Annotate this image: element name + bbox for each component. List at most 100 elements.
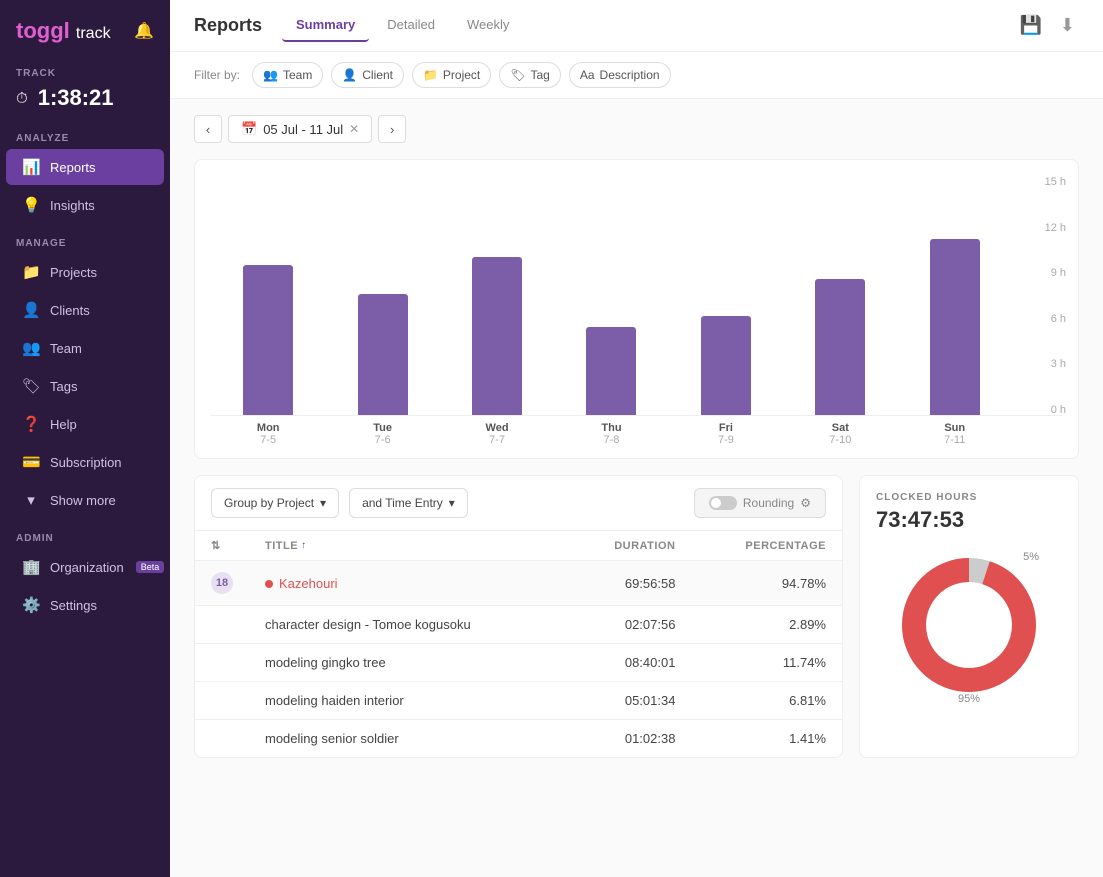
entry-name-cell: modeling haiden interior xyxy=(249,682,567,720)
tab-weekly[interactable]: Weekly xyxy=(453,9,523,42)
col-percentage-header[interactable]: PERCENTAGE xyxy=(691,531,842,561)
rounding-toggle-switch[interactable] xyxy=(709,496,737,510)
notifications-icon[interactable]: 🔔 xyxy=(134,21,154,41)
filter-project[interactable]: 📁 Project xyxy=(412,62,491,88)
chart-x-label-item: Mon7-5 xyxy=(211,422,325,446)
col-sort-header[interactable]: ⇅ xyxy=(195,531,249,561)
percentage-cell: 6.81% xyxy=(691,682,842,720)
sidebar-item-subscription-label: Subscription xyxy=(50,455,122,470)
client-filter-icon: 👤 xyxy=(342,68,357,82)
table-row: modeling haiden interior 05:01:34 6.81% xyxy=(195,682,842,720)
chart-bar-group xyxy=(669,176,783,415)
group-by-dropdown[interactable]: Group by Project ▾ xyxy=(211,488,339,518)
sidebar-item-clients[interactable]: 👤 Clients xyxy=(6,292,164,328)
rounding-settings-icon[interactable]: ⚙ xyxy=(800,496,811,510)
tab-detailed[interactable]: Detailed xyxy=(373,9,449,42)
chart-bars-area xyxy=(211,176,1062,416)
header-actions: 💾 ⬇ xyxy=(1015,11,1079,40)
sidebar-item-settings[interactable]: ⚙️ Settings xyxy=(6,587,164,623)
prev-date-button[interactable]: ‹ xyxy=(194,115,222,143)
timer-display: 1:38:21 xyxy=(38,85,114,111)
organization-icon: 🏢 xyxy=(22,558,40,576)
bottom-row: Group by Project ▾ and Time Entry ▾ Roun… xyxy=(194,475,1079,758)
chart-bar-group xyxy=(898,176,1012,415)
chart-y-label-item: 3 h xyxy=(1045,358,1066,370)
chart-bar xyxy=(815,279,865,415)
date-range-picker[interactable]: 📅 05 Jul - 11 Jul ✕ xyxy=(228,115,372,143)
entry-indent-cell xyxy=(195,720,249,758)
sidebar-item-projects-label: Projects xyxy=(50,265,97,280)
entry-name-cell: character design - Tomoe kogusoku xyxy=(249,606,567,644)
filter-tag-label: Tag xyxy=(531,68,550,82)
sidebar-item-team-label: Team xyxy=(50,341,82,356)
insights-icon: 💡 xyxy=(22,196,40,214)
table-row: modeling senior soldier 01:02:38 1.41% xyxy=(195,720,842,758)
team-filter-icon: 👥 xyxy=(263,68,278,82)
donut-chart: 5% 95% xyxy=(889,545,1049,705)
project-color-dot xyxy=(265,580,273,588)
sidebar-item-organization-label: Organization xyxy=(50,560,124,575)
clocked-hours-panel: CLOCKED HOURS 73:47:53 5% 95% xyxy=(859,475,1079,758)
chevron-down-icon-2: ▾ xyxy=(449,496,455,510)
chart-bar-group xyxy=(783,176,897,415)
sidebar-item-projects[interactable]: 📁 Projects xyxy=(6,254,164,290)
sidebar-item-clients-label: Clients xyxy=(50,303,90,318)
sidebar-item-subscription[interactable]: 💳 Subscription xyxy=(6,444,164,480)
col-duration-header[interactable]: DURATION xyxy=(567,531,692,561)
main-content: Reports Summary Detailed Weekly 💾 ⬇ Filt… xyxy=(170,0,1103,877)
download-icon[interactable]: ⬇ xyxy=(1056,11,1079,40)
sidebar-item-tags[interactable]: 🏷 Tags xyxy=(6,368,164,404)
tab-summary[interactable]: Summary xyxy=(282,9,369,42)
col-title-header[interactable]: TITLE ↑ xyxy=(249,531,567,561)
clocked-time-value: 73:47:53 xyxy=(876,507,964,533)
donut-label-large: 95% xyxy=(958,693,980,705)
data-table-section: Group by Project ▾ and Time Entry ▾ Roun… xyxy=(194,475,843,758)
entries-table: ⇅ TITLE ↑ DURATION PERCENTAGE xyxy=(195,531,842,757)
sidebar-item-organization[interactable]: 🏢 Organization Beta xyxy=(6,549,164,585)
sidebar-item-show-more[interactable]: ▾ Show more xyxy=(6,482,164,518)
group-by-label: Group by Project xyxy=(224,496,314,510)
description-filter-icon: Aa xyxy=(580,68,595,82)
calendar-icon: 📅 xyxy=(241,121,257,137)
percentage-cell: 94.78% xyxy=(691,561,842,606)
chart-y-label-item: 15 h xyxy=(1045,176,1066,188)
sidebar-item-team[interactable]: 👥 Team xyxy=(6,330,164,366)
sidebar-item-help[interactable]: ❓ Help xyxy=(6,406,164,442)
clients-icon: 👤 xyxy=(22,301,40,319)
chart-y-label-item: 0 h xyxy=(1045,404,1066,416)
title-label: TITLE xyxy=(265,540,298,552)
chart-bar xyxy=(586,327,636,415)
filter-description[interactable]: Aa Description xyxy=(569,62,671,88)
entry-indent-cell xyxy=(195,606,249,644)
chart-x-label-item: Thu7-8 xyxy=(554,422,668,446)
projects-icon: 📁 xyxy=(22,263,40,281)
table-row: 18 Kazehouri 69:56:58 94.78% xyxy=(195,561,842,606)
chart-bar-group xyxy=(325,176,439,415)
time-entry-label: and Time Entry xyxy=(362,496,443,510)
filter-client[interactable]: 👤 Client xyxy=(331,62,404,88)
sidebar-item-insights[interactable]: 💡 Insights xyxy=(6,187,164,223)
beta-badge: Beta xyxy=(136,561,165,573)
analyze-section-label: ANALYZE xyxy=(0,119,170,148)
help-icon: ❓ xyxy=(22,415,40,433)
duration-cell: 02:07:56 xyxy=(567,606,692,644)
sidebar: toggl track 🔔 TRACK ⏱ 1:38:21 ANALYZE 📊 … xyxy=(0,0,170,877)
time-entry-dropdown[interactable]: and Time Entry ▾ xyxy=(349,488,468,518)
chevron-down-icon: ▾ xyxy=(320,496,326,510)
clear-date-button[interactable]: ✕ xyxy=(349,122,359,136)
sidebar-item-reports-label: Reports xyxy=(50,160,96,175)
entry-indent-cell xyxy=(195,644,249,682)
filter-team[interactable]: 👥 Team xyxy=(252,62,323,88)
filter-tag[interactable]: 🏷 Tag xyxy=(499,62,561,88)
chart-x-label-item: Wed7-7 xyxy=(440,422,554,446)
entry-name-cell: modeling gingko tree xyxy=(249,644,567,682)
save-icon[interactable]: 💾 xyxy=(1015,11,1045,40)
chart-bar xyxy=(701,316,751,415)
bar-chart: Mon7-5Tue7-6Wed7-7Thu7-8Fri7-9Sat7-10Sun… xyxy=(194,159,1079,459)
tab-navigation: Summary Detailed Weekly xyxy=(282,9,1015,42)
sidebar-item-reports[interactable]: 📊 Reports xyxy=(6,149,164,185)
next-date-button[interactable]: › xyxy=(378,115,406,143)
rounding-toggle-btn[interactable]: Rounding ⚙ xyxy=(694,488,826,518)
reports-icon: 📊 xyxy=(22,158,40,176)
content-area: ‹ 📅 05 Jul - 11 Jul ✕ › Mon7-5Tue7-6Wed7… xyxy=(170,99,1103,877)
